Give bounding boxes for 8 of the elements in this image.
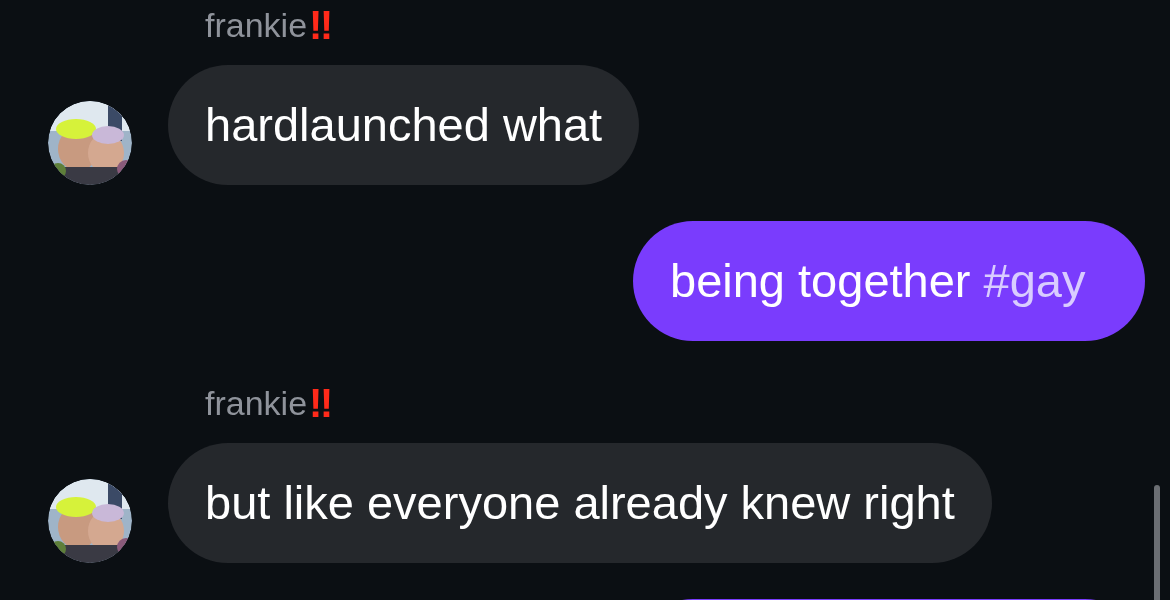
sender-name: frankie xyxy=(205,4,308,46)
exclamation-mark: ‼ xyxy=(309,2,334,49)
message-bubble: being together #gay xyxy=(633,221,1145,341)
message-bubble: hardlaunched what xyxy=(168,65,640,185)
sender-name: frankie xyxy=(205,382,308,424)
exclamation-mark: ‼ xyxy=(309,380,334,427)
scrollbar[interactable] xyxy=(1154,485,1160,600)
message-bubble: but like everyone already knew right xyxy=(168,443,992,563)
